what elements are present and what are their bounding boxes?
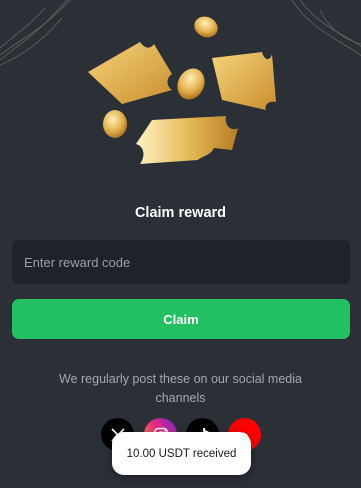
claim-button[interactable]: Claim — [12, 299, 350, 339]
coin-top — [194, 16, 218, 38]
reward-tickets-illustration — [88, 16, 276, 164]
ticket-right — [212, 52, 276, 110]
ticket-center — [136, 116, 238, 164]
toast-message: 10.00 USDT received — [126, 447, 237, 460]
ticket-left — [88, 42, 172, 104]
toast-notification: 10.00 USDT received — [112, 432, 251, 475]
coin-left — [103, 110, 127, 138]
claim-reward-screen: Claim reward Claim We regularly post the… — [0, 0, 361, 488]
coin-middle — [177, 68, 205, 100]
claim-reward-title: Claim reward — [134, 205, 227, 221]
reward-code-input[interactable] — [12, 240, 350, 284]
social-info-text: We regularly post these on our social me… — [59, 372, 302, 405]
